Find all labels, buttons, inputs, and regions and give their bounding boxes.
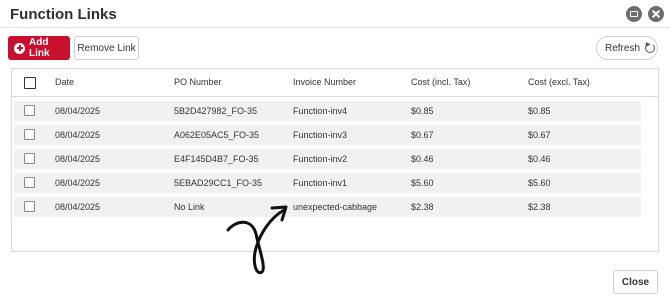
row-checkbox[interactable] bbox=[24, 201, 35, 212]
row-po-number: E4F145D4B7_FO-35 bbox=[174, 154, 259, 164]
select-all-checkbox[interactable] bbox=[24, 77, 36, 89]
table-row[interactable]: 08/04/2025 No Link unexpected-cabbage $2… bbox=[14, 197, 641, 217]
row-cost-excl-tax: $0.85 bbox=[528, 106, 551, 116]
column-header-cost-excl-tax[interactable]: Cost (excl. Tax) bbox=[528, 77, 590, 87]
row-date: 08/04/2025 bbox=[55, 130, 101, 140]
row-cost-incl-tax: $0.46 bbox=[411, 154, 434, 164]
row-invoice-number: Function-inv4 bbox=[293, 106, 348, 116]
column-header-po-number[interactable]: PO Number bbox=[174, 77, 222, 87]
close-button[interactable]: Close bbox=[613, 270, 658, 294]
row-cost-excl-tax: $2.38 bbox=[528, 202, 551, 212]
row-date: 08/04/2025 bbox=[55, 154, 101, 164]
row-cost-excl-tax: $0.67 bbox=[528, 130, 551, 140]
hand-drawn-arrow-annotation bbox=[226, 205, 288, 275]
add-link-button[interactable]: Add Link bbox=[8, 36, 70, 60]
row-cost-excl-tax: $5.60 bbox=[528, 178, 551, 188]
row-po-number: No Link bbox=[174, 202, 205, 212]
refresh-icon bbox=[645, 43, 656, 53]
window-restore-icon[interactable] bbox=[626, 6, 642, 22]
row-cost-incl-tax: $0.67 bbox=[411, 130, 434, 140]
row-date: 08/04/2025 bbox=[55, 202, 101, 212]
close-label: Close bbox=[621, 276, 650, 288]
dialog-titlebar: Function Links bbox=[0, 0, 670, 28]
table-row[interactable]: 08/04/2025 5B2D427982_FO-35 Function-inv… bbox=[14, 101, 641, 121]
table-row[interactable]: 08/04/2025 A062E05AC5_FO-35 Function-inv… bbox=[14, 125, 641, 145]
row-invoice-number: Function-inv1 bbox=[293, 178, 348, 188]
row-date: 08/04/2025 bbox=[55, 106, 101, 116]
column-header-invoice-number[interactable]: Invoice Number bbox=[293, 77, 356, 87]
table-row[interactable]: 08/04/2025 5EBAD29CC1_FO-35 Function-inv… bbox=[14, 173, 641, 193]
plus-circle-icon bbox=[14, 42, 25, 54]
refresh-button[interactable]: Refresh bbox=[596, 36, 658, 60]
column-header-cost-incl-tax[interactable]: Cost (incl. Tax) bbox=[411, 77, 470, 87]
remove-link-label: Remove Link bbox=[77, 42, 136, 54]
column-header-date[interactable]: Date bbox=[55, 77, 74, 87]
row-checkbox[interactable] bbox=[24, 153, 35, 164]
add-link-label: Add Link bbox=[29, 37, 50, 59]
row-cost-excl-tax: $0.46 bbox=[528, 154, 551, 164]
row-checkbox[interactable] bbox=[24, 105, 35, 116]
row-invoice-number: Function-inv3 bbox=[293, 130, 348, 140]
row-invoice-number: unexpected-cabbage bbox=[293, 202, 378, 212]
close-icon[interactable] bbox=[648, 6, 664, 22]
row-po-number: 5EBAD29CC1_FO-35 bbox=[174, 178, 263, 188]
row-checkbox[interactable] bbox=[24, 177, 35, 188]
links-table: Date PO Number Invoice Number Cost (incl… bbox=[11, 68, 659, 252]
refresh-label: Refresh bbox=[605, 42, 641, 54]
function-links-dialog: Function Links Add Link Remove Link Refr… bbox=[0, 0, 670, 304]
row-cost-incl-tax: $2.38 bbox=[411, 202, 434, 212]
row-cost-incl-tax: $0.85 bbox=[411, 106, 434, 116]
dialog-title: Function Links bbox=[10, 6, 117, 23]
table-header: Date PO Number Invoice Number Cost (incl… bbox=[12, 69, 658, 97]
row-invoice-number: Function-inv2 bbox=[293, 154, 348, 164]
row-checkbox[interactable] bbox=[24, 129, 35, 140]
table-row[interactable]: 08/04/2025 E4F145D4B7_FO-35 Function-inv… bbox=[14, 149, 641, 169]
row-po-number: A062E05AC5_FO-35 bbox=[174, 130, 260, 140]
remove-link-button[interactable]: Remove Link bbox=[74, 36, 139, 60]
row-po-number: 5B2D427982_FO-35 bbox=[174, 106, 258, 116]
row-cost-incl-tax: $5.60 bbox=[411, 178, 434, 188]
row-date: 08/04/2025 bbox=[55, 178, 101, 188]
